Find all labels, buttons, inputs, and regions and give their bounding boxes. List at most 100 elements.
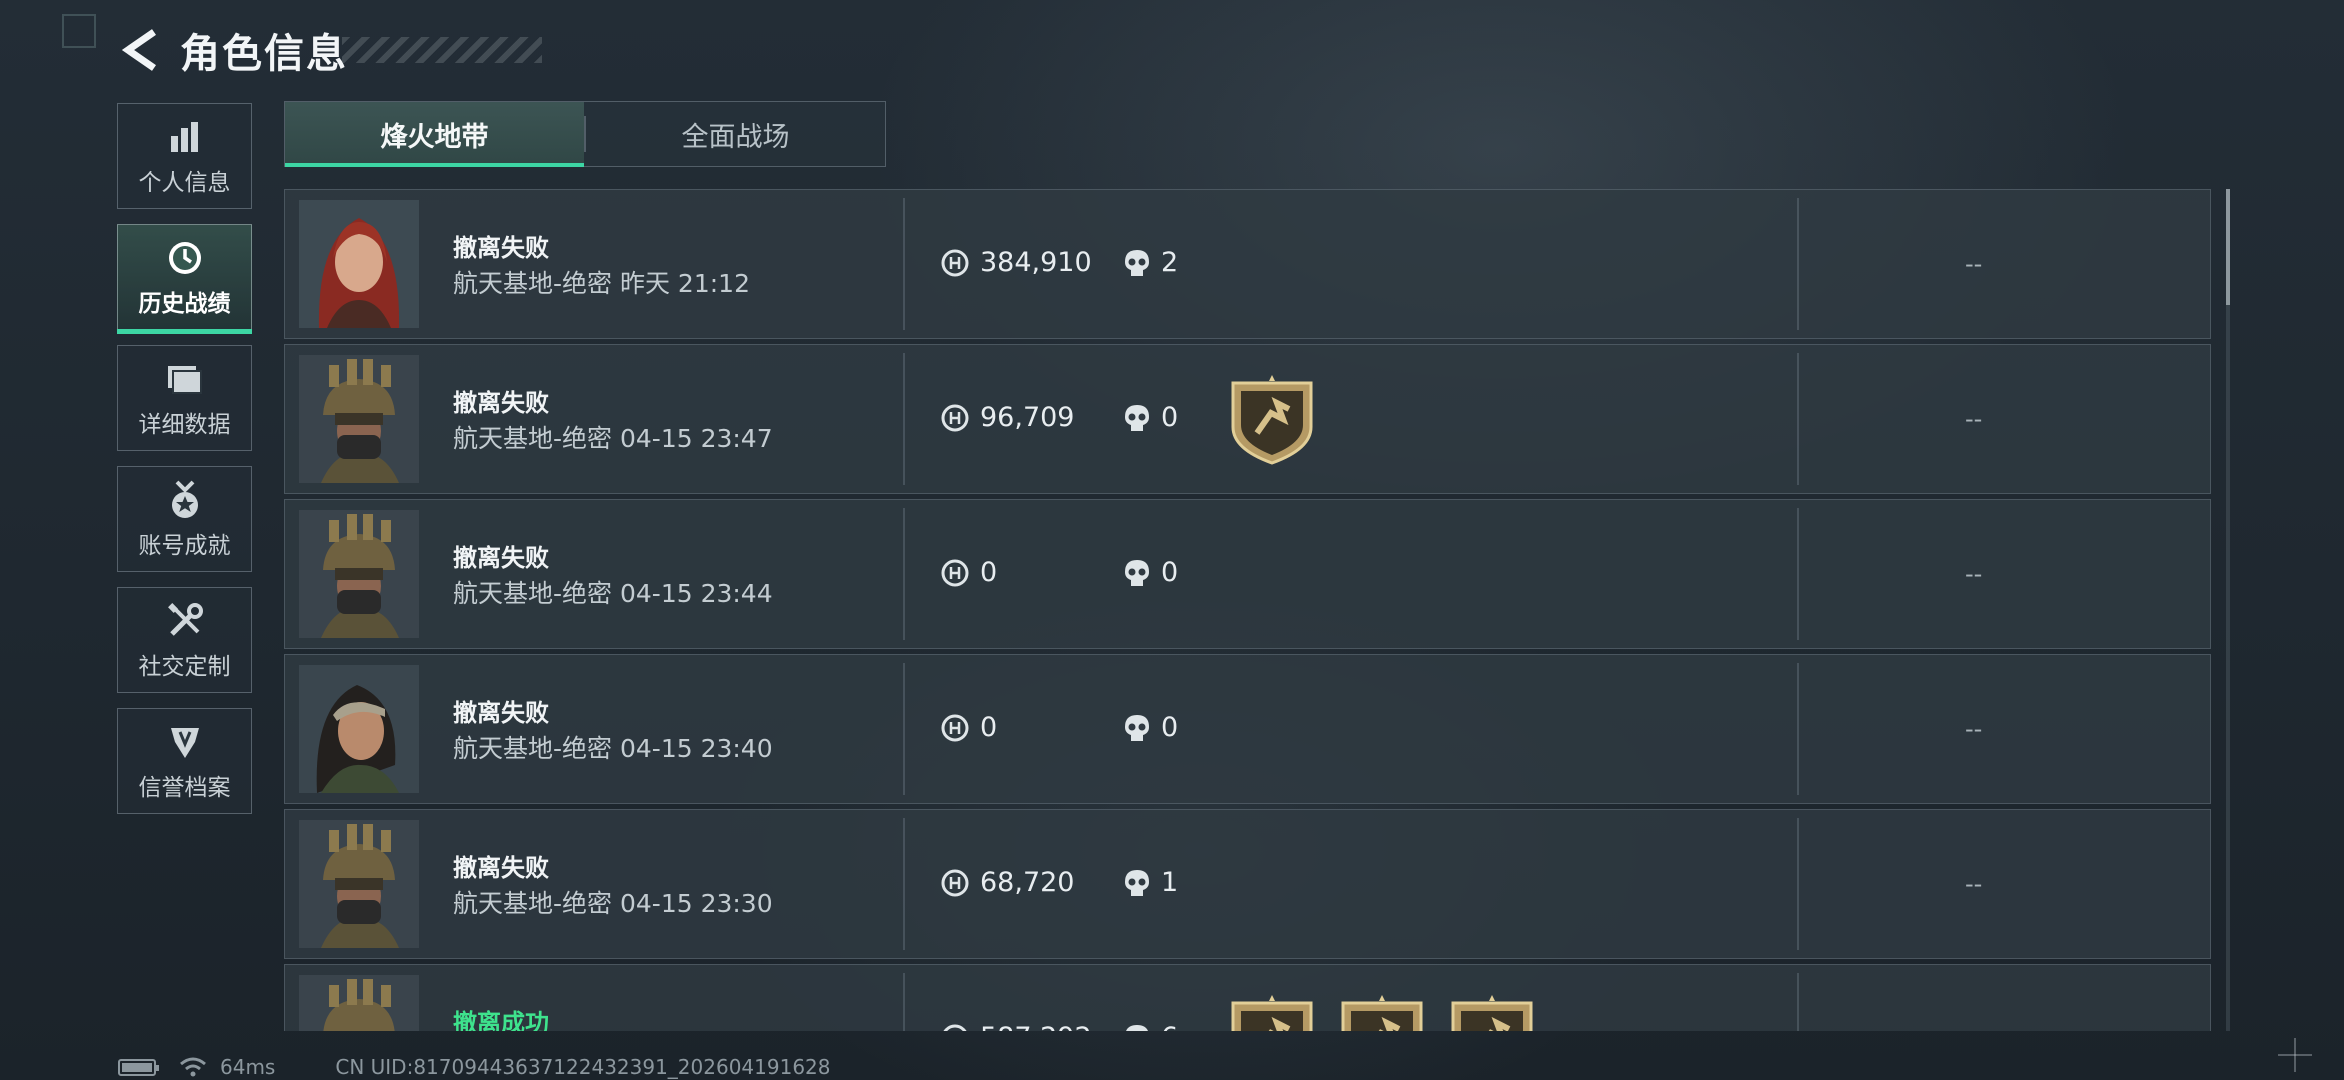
- column-divider: [903, 973, 905, 1031]
- tab-all-out-warfare[interactable]: 全面战场: [586, 102, 885, 166]
- coin-icon: [943, 1024, 967, 1031]
- match-map: 航天基地-绝密: [453, 424, 613, 453]
- user-uid: CN UID:81709443637122432391_202604191628: [335, 1055, 831, 1079]
- column-divider: [1797, 818, 1799, 950]
- extracted-value: 0: [940, 712, 997, 743]
- match-row[interactable]: 撤离失败 航天基地-绝密 04-15 23:47 96,709 0 --: [284, 344, 2211, 494]
- skull-kills-icon: [1125, 869, 1149, 896]
- operator-avatar: [299, 820, 419, 948]
- column-divider: [903, 508, 905, 640]
- match-result: 撤离失败: [453, 699, 549, 727]
- operator-avatar: [299, 510, 419, 638]
- title-hatch-decoration: [342, 37, 542, 63]
- battery-icon: [118, 1058, 159, 1076]
- medal-list: [1229, 993, 1535, 1031]
- column-divider: [1797, 353, 1799, 485]
- sidebar-item-history[interactable]: 历史战绩: [117, 224, 252, 334]
- match-row[interactable]: 撤离失败航天基地-绝密 04-15 23:40 0 0 --: [284, 654, 2211, 804]
- column-divider: [903, 818, 905, 950]
- folder-data-icon: [166, 357, 204, 401]
- column-divider: [1797, 663, 1799, 795]
- medal-badge-icon: [1451, 995, 1533, 1031]
- extracted-value: 96,709: [940, 402, 1074, 433]
- match-rating: --: [1965, 1025, 1982, 1031]
- sidebar-item-social[interactable]: 社交定制: [117, 587, 252, 693]
- match-row[interactable]: 撤离失败 航天基地-绝密 04-15 23:30 68,720 1 --: [284, 809, 2211, 959]
- page-header: 角色信息: [118, 22, 542, 78]
- skull-kills-icon: [1125, 404, 1149, 431]
- match-rating: --: [1965, 870, 1983, 898]
- operator-avatar: [299, 355, 419, 483]
- match-time: 04-15 23:44: [619, 579, 773, 608]
- wifi-icon: [180, 1057, 206, 1077]
- coin-icon: [941, 559, 969, 586]
- operator-avatar: [299, 200, 419, 328]
- sidebar-item-label: 账号成就: [138, 533, 231, 559]
- match-history-list: 撤离失败 航天基地-绝密 昨天 21:12 384,910 2 -- 撤离失败 航天基地-绝…: [284, 189, 2212, 1031]
- medal-badge-icon: [1341, 995, 1423, 1031]
- coin-icon: [941, 714, 969, 741]
- column-divider: [903, 663, 905, 795]
- back-button[interactable]: [118, 26, 162, 74]
- column-divider: [1797, 973, 1799, 1031]
- value-amount: 587,292: [980, 1022, 1092, 1031]
- value-amount: 96,709: [980, 402, 1075, 433]
- medal-list: [1229, 373, 1315, 465]
- match-time: 04-15 23:47: [619, 424, 773, 453]
- match-result: 撤离成功: [453, 1009, 549, 1031]
- match-map: 航天基地-绝密: [453, 269, 613, 298]
- coin-icon: [941, 404, 969, 431]
- kill-count: 0: [1123, 557, 1178, 588]
- sidebar-item-credit[interactable]: 信誉档案: [117, 708, 252, 814]
- extracted-value: 384,910: [940, 247, 1092, 278]
- coin-icon: [941, 249, 969, 276]
- match-result: 撤离失败: [453, 854, 549, 882]
- match-row[interactable]: 撤离成功航天基地-绝密 587,2926--: [284, 964, 2211, 1031]
- skull-kills-icon: [1125, 1024, 1149, 1031]
- kills-amount: 0: [1161, 712, 1179, 743]
- match-map: 航天基地-绝密: [453, 579, 613, 608]
- kill-count: 2: [1123, 247, 1178, 278]
- match-row[interactable]: 撤离失败 航天基地-绝密 04-15 23:44 0 0 --: [284, 499, 2211, 649]
- value-amount: 0: [980, 712, 998, 743]
- sidebar: 个人信息 历史战绩 详细数据 账号成就 社交定制 信誉档案: [117, 103, 254, 829]
- medal-badge-icon: [1231, 375, 1313, 465]
- sidebar-item-label: 个人信息: [138, 170, 231, 196]
- match-meta: 航天基地-绝密 04-15 23:47: [453, 419, 773, 455]
- sidebar-item-achievements[interactable]: 账号成就: [117, 466, 252, 572]
- coin-icon: [941, 869, 969, 896]
- match-rating: --: [1965, 405, 1983, 433]
- operator-avatar: [299, 665, 419, 793]
- scrollbar[interactable]: [2226, 189, 2230, 1031]
- match-meta: 航天基地-绝密 昨天 21:12: [453, 264, 750, 300]
- wrench-screwdriver-icon: [166, 599, 204, 643]
- match-time: 昨天 21:12: [619, 269, 750, 298]
- back-arrow-icon: [121, 29, 156, 71]
- kills-amount: 2: [1161, 247, 1179, 278]
- match-map: 航天基地-绝密: [453, 734, 613, 763]
- kill-count: 0: [1123, 712, 1178, 743]
- ping-value: 64ms: [220, 1055, 276, 1079]
- skull-kills-icon: [1125, 249, 1149, 276]
- kill-count: 1: [1123, 867, 1178, 898]
- extracted-value: 0: [940, 557, 997, 588]
- column-divider: [1797, 508, 1799, 640]
- tab-hazard-zone[interactable]: 烽火地带: [285, 102, 584, 167]
- status-bar: 64ms CN UID:81709443637122432391_2026041…: [118, 1054, 831, 1080]
- sidebar-item-profile[interactable]: 个人信息: [117, 103, 252, 209]
- kills-amount: 1: [1161, 867, 1179, 898]
- match-time: 04-15 23:40: [619, 734, 773, 763]
- match-rating: --: [1965, 715, 1983, 743]
- medal-achievement-icon: [167, 478, 203, 522]
- value-amount: 0: [980, 557, 998, 588]
- sidebar-item-details[interactable]: 详细数据: [117, 345, 252, 451]
- bar-chart-icon: [167, 115, 203, 159]
- match-row[interactable]: 撤离失败 航天基地-绝密 昨天 21:12 384,910 2 --: [284, 189, 2211, 339]
- kills-amount: 0: [1161, 402, 1179, 433]
- scrollbar-thumb[interactable]: [2226, 189, 2230, 305]
- match-time: 04-15 23:30: [619, 889, 773, 918]
- value-amount: 68,720: [980, 867, 1075, 898]
- match-result: 撤离失败: [453, 389, 549, 417]
- clock-history-icon: [165, 236, 205, 280]
- sidebar-item-label: 详细数据: [138, 412, 231, 438]
